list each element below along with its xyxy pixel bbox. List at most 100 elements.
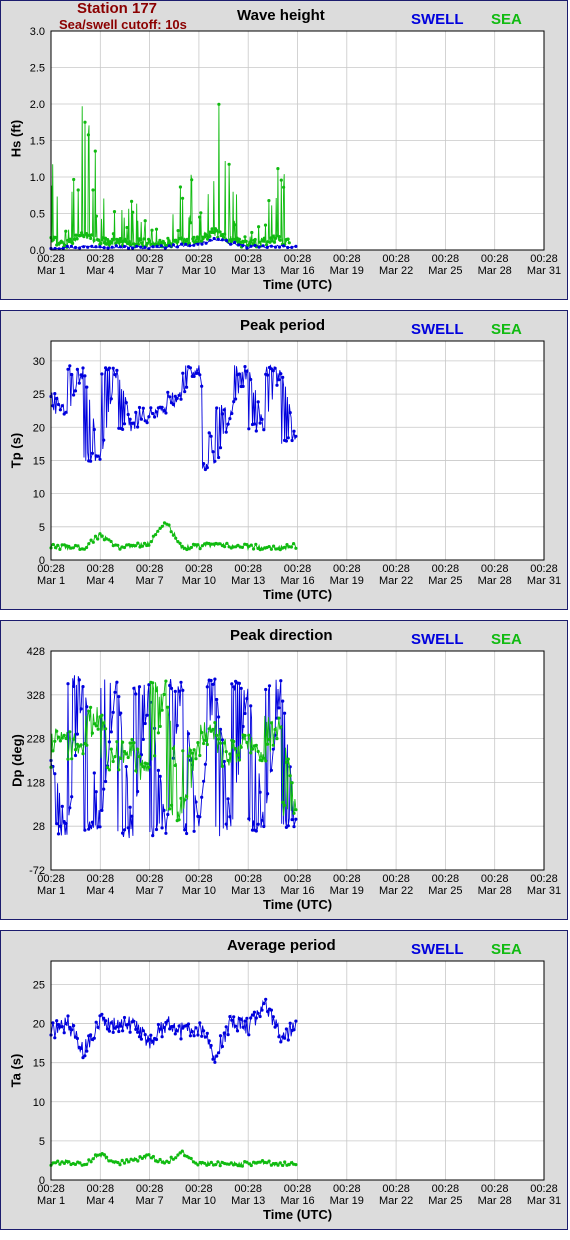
data-point — [220, 412, 224, 416]
data-point — [226, 422, 230, 426]
data-point — [198, 753, 202, 758]
y-tick-label: 1.0 — [30, 172, 45, 184]
data-point — [94, 1020, 98, 1024]
x-tick-label: Mar 10 — [182, 265, 216, 277]
x-tick-label: 00:28 — [284, 1183, 312, 1195]
data-point — [198, 815, 202, 819]
data-point — [119, 711, 123, 715]
data-point — [175, 723, 179, 728]
data-point — [214, 1163, 218, 1167]
data-point — [126, 826, 130, 830]
data-point — [121, 740, 125, 744]
data-point — [124, 401, 128, 405]
data-point — [192, 748, 196, 752]
data-point — [173, 763, 177, 768]
data-point — [109, 1021, 113, 1025]
data-point — [166, 1019, 170, 1023]
data-point — [130, 737, 134, 742]
x-tick-label: 00:28 — [382, 1183, 410, 1195]
data-point — [143, 245, 147, 249]
data-point — [245, 1016, 249, 1020]
x-tick-label: 00:28 — [185, 253, 213, 265]
data-point — [237, 237, 241, 241]
data-point — [109, 539, 113, 544]
data-point — [279, 178, 283, 182]
data-point — [278, 1161, 282, 1165]
data-point — [239, 745, 243, 749]
data-point — [89, 459, 93, 463]
data-point — [263, 223, 268, 227]
data-point — [269, 721, 273, 725]
data-point — [262, 1002, 266, 1006]
data-point — [87, 542, 91, 546]
data-point — [267, 545, 271, 549]
data-point — [136, 1030, 140, 1034]
data-point — [117, 1029, 121, 1034]
data-point — [137, 405, 142, 410]
data-point — [294, 546, 298, 550]
data-point — [234, 747, 238, 751]
data-point — [234, 1024, 238, 1028]
data-point — [178, 541, 182, 545]
data-point — [141, 406, 145, 410]
data-point — [282, 244, 286, 248]
data-point — [241, 244, 245, 248]
y-tick-label: 15 — [33, 455, 45, 467]
data-point — [128, 417, 132, 421]
data-point — [118, 245, 122, 249]
data-point — [223, 232, 227, 236]
data-point — [292, 1028, 296, 1032]
data-point — [292, 429, 296, 433]
data-point — [132, 421, 136, 425]
data-point — [194, 800, 198, 804]
data-point — [237, 372, 241, 376]
data-point — [60, 1025, 64, 1029]
data-point — [196, 1163, 200, 1167]
data-point — [64, 410, 68, 414]
data-point — [111, 710, 115, 714]
data-point — [158, 724, 162, 728]
data-point — [281, 699, 285, 703]
data-point — [168, 683, 172, 688]
data-point — [81, 752, 85, 756]
data-point — [126, 246, 131, 250]
data-point — [125, 225, 129, 230]
data-point — [118, 1163, 122, 1167]
data-point — [286, 1038, 290, 1042]
data-point — [276, 1163, 280, 1167]
data-point — [93, 149, 97, 153]
data-point — [216, 1160, 220, 1164]
y-tick-label: 5 — [39, 522, 45, 534]
data-point — [82, 245, 86, 249]
data-point — [234, 397, 238, 401]
data-point — [79, 743, 83, 747]
data-point — [243, 235, 247, 239]
data-point — [98, 457, 102, 461]
data-point — [253, 237, 257, 242]
data-point — [271, 1015, 275, 1019]
data-point — [226, 758, 230, 763]
data-point — [249, 543, 253, 547]
x-tick-label: Mar 10 — [182, 885, 216, 897]
data-point — [168, 807, 172, 811]
data-point — [76, 188, 80, 192]
data-point — [89, 825, 93, 829]
data-point — [260, 417, 264, 421]
data-point — [117, 695, 121, 699]
data-point — [288, 411, 292, 415]
x-tick-label: 00:28 — [432, 873, 460, 885]
data-point — [212, 236, 216, 241]
data-point — [67, 1160, 71, 1164]
data-point — [277, 706, 281, 710]
x-tick-label: 00:28 — [481, 873, 509, 885]
data-point — [114, 244, 118, 248]
data-point — [139, 238, 143, 242]
data-point — [200, 1034, 204, 1038]
data-point — [73, 753, 78, 758]
x-tick-label: Mar 25 — [428, 265, 462, 277]
data-point — [104, 779, 108, 784]
data-point — [162, 1025, 166, 1030]
x-tick-label: 00:28 — [234, 563, 262, 575]
data-point — [202, 779, 206, 783]
data-point — [149, 540, 153, 544]
